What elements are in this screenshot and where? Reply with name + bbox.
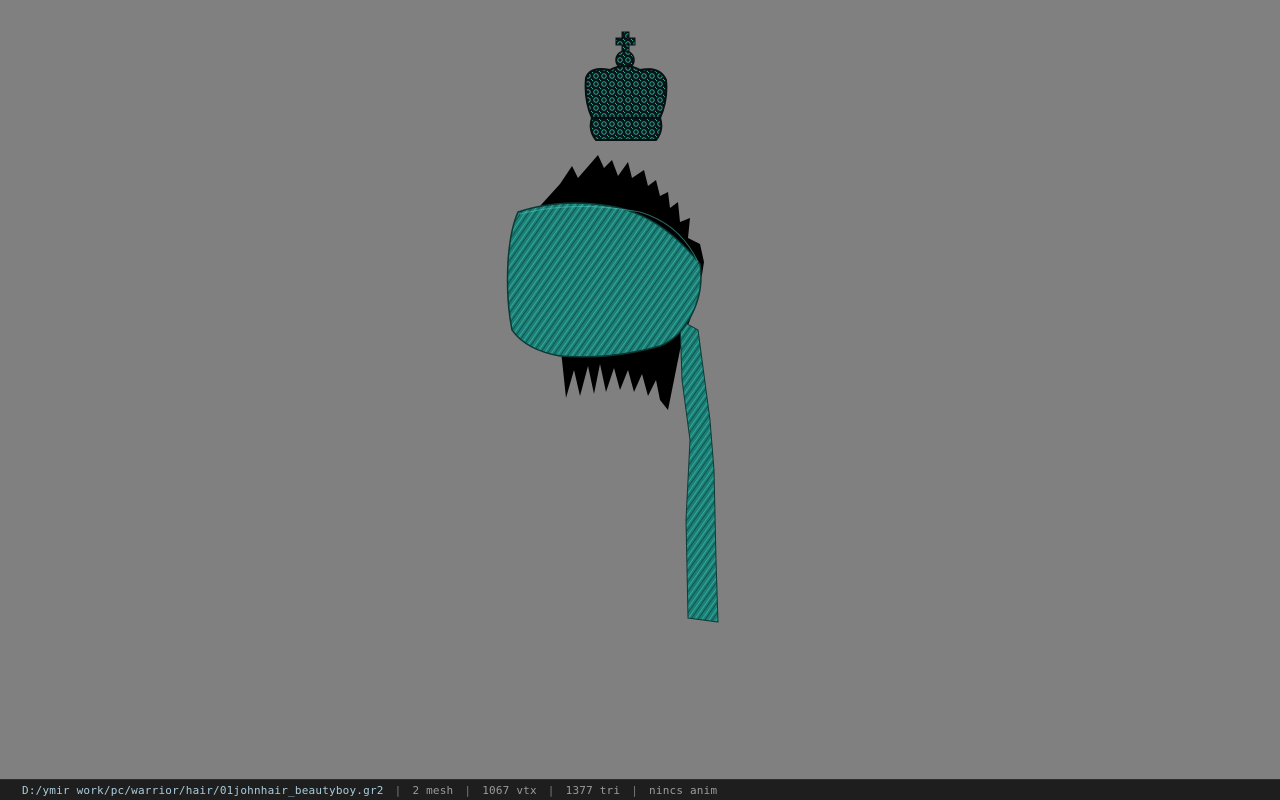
vertex-count: 1067 vtx xyxy=(482,783,537,797)
mesh-count: 2 mesh xyxy=(412,783,454,797)
model-render xyxy=(506,31,719,623)
3d-viewport[interactable] xyxy=(0,0,1280,779)
status-bar: D:/ymir work/pc/warrior/hair/01johnhair_… xyxy=(0,779,1280,800)
animation-status: nincs anim xyxy=(649,783,718,797)
separator: | xyxy=(464,783,472,797)
file-path: D:/ymir work/pc/warrior/hair/01johnhair_… xyxy=(22,783,384,797)
bandana-tail xyxy=(679,319,719,623)
separator: | xyxy=(547,783,555,797)
triangle-count: 1377 tri xyxy=(565,783,621,797)
crown-icon xyxy=(584,31,668,141)
separator: | xyxy=(631,783,639,797)
separator: | xyxy=(394,783,402,797)
